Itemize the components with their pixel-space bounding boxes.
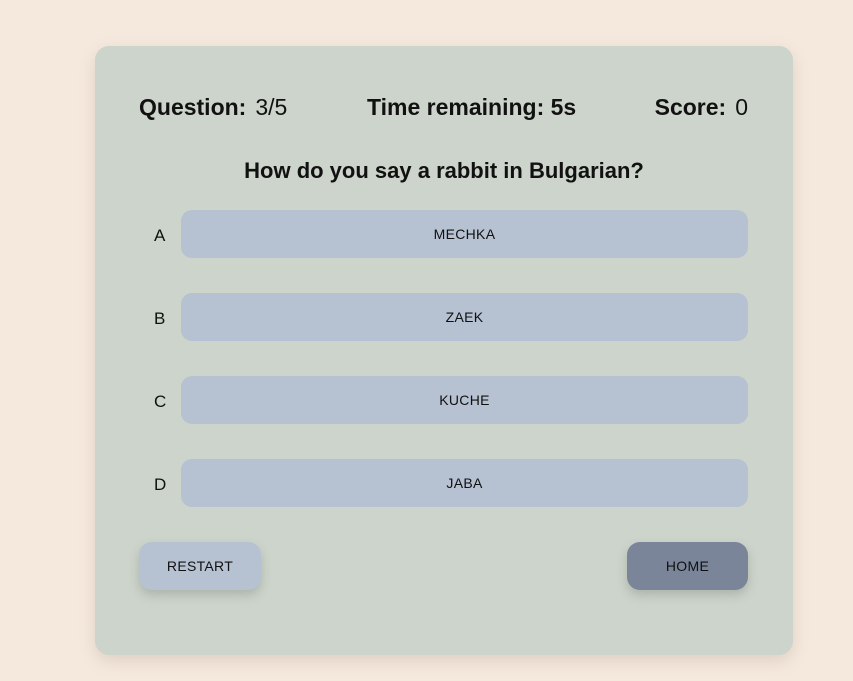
score: Score: 0	[655, 92, 748, 122]
answer-row-d: D JABA	[95, 459, 793, 507]
question-counter-label: Question:	[139, 94, 247, 120]
time-remaining-label: Time remaining: 5s	[367, 94, 577, 120]
answer-button-d[interactable]: JABA	[181, 459, 748, 507]
score-value: 0	[735, 94, 748, 120]
answer-letter-a: A	[154, 226, 166, 245]
answer-row-a: A MECHKA	[95, 210, 793, 258]
answer-button-c[interactable]: KUCHE	[181, 376, 748, 424]
answer-letter-b: B	[154, 309, 166, 328]
score-label: Score:	[654, 94, 727, 120]
home-button[interactable]: HOME	[627, 542, 748, 590]
question-text: How do you say a rabbit in Bulgarian?	[244, 158, 644, 183]
restart-button[interactable]: RESTART	[139, 542, 261, 590]
question-counter-value: 3/5	[255, 94, 288, 120]
quiz-card: Question: 3/5 Time remaining: 5s Score: 0 …	[95, 46, 793, 655]
answer-row-b: B ZAEK	[95, 293, 793, 341]
answer-button-a[interactable]: MECHKA	[181, 210, 748, 258]
question-counter: Question: 3/5	[139, 92, 287, 122]
answer-letter-d: D	[154, 475, 167, 494]
answer-row-c: C KUCHE	[95, 376, 793, 424]
stats-bar: Question: 3/5 Time remaining: 5s Score: 0	[95, 92, 793, 122]
answer-button-b[interactable]: ZAEK	[181, 293, 748, 341]
answer-letter-c: C	[154, 392, 167, 411]
time-remaining: Time remaining: 5s	[367, 92, 576, 122]
